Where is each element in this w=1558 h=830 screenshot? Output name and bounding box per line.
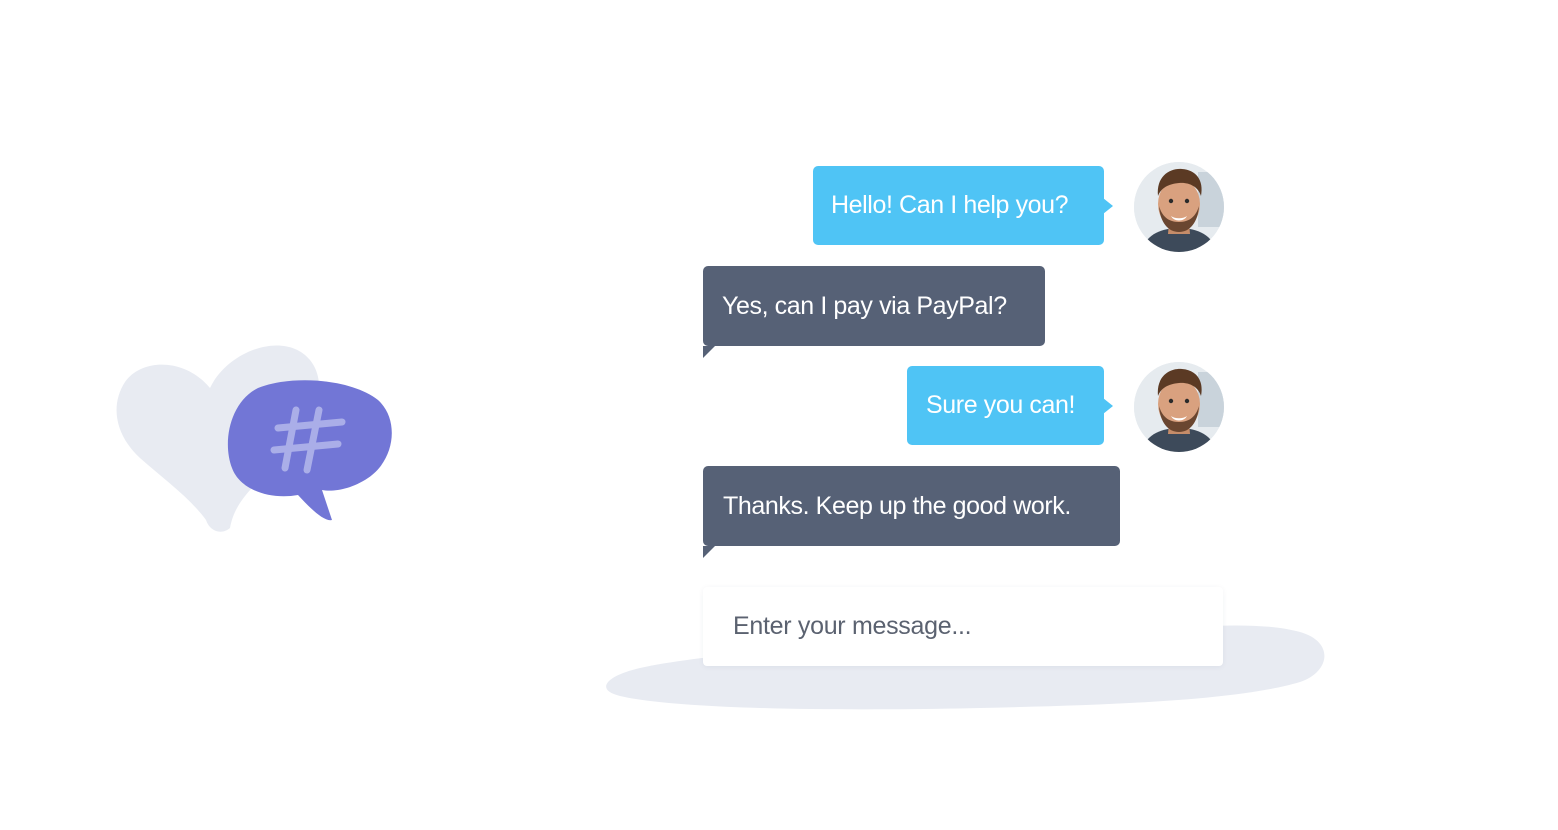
message-text: Sure you can! (926, 391, 1076, 419)
message-text: Hello! Can I help you? (831, 191, 1069, 219)
message-text: Yes, can I pay via PayPal? (722, 291, 1007, 320)
avatar-image (1134, 162, 1224, 252)
chat-message-user: Yes, can I pay via PayPal? (703, 266, 1045, 358)
message-input[interactable] (731, 611, 1223, 642)
chat-message-agent: Sure you can! (907, 366, 1113, 445)
message-composer[interactable] (703, 587, 1223, 666)
agent-avatar (1134, 162, 1224, 252)
avatar-image (1134, 362, 1224, 452)
chat-message-user: Thanks. Keep up the good work. (703, 466, 1120, 558)
hashtag-chat-bubble-icon (116, 345, 392, 532)
message-text: Thanks. Keep up the good work. (723, 491, 1071, 520)
chat-message-agent: Hello! Can I help you? (813, 166, 1113, 245)
agent-avatar (1134, 362, 1224, 452)
